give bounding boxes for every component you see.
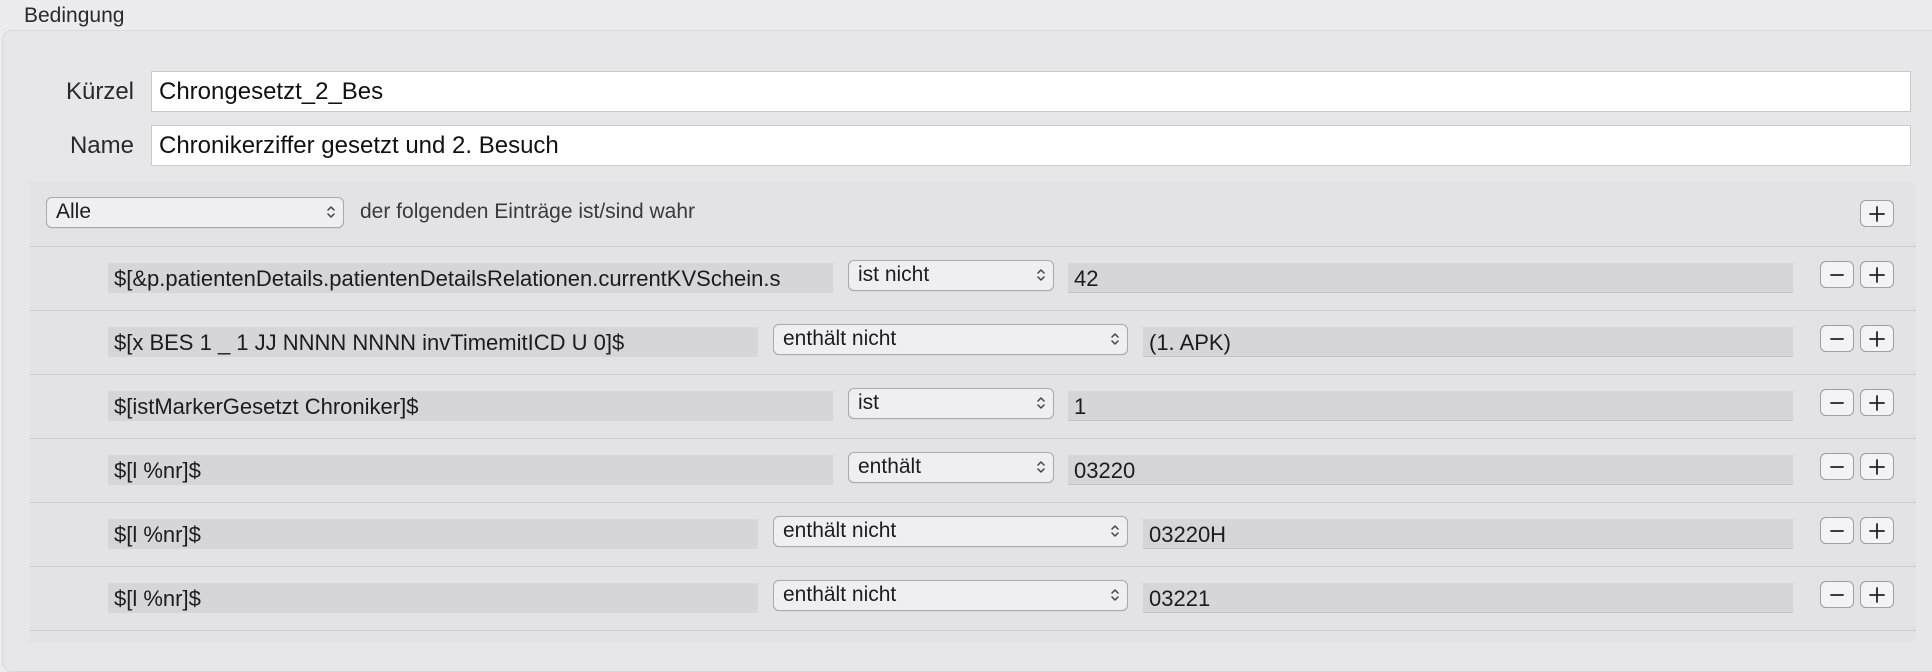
plus-icon (1869, 522, 1885, 539)
remove-rule-button[interactable] (1820, 261, 1854, 288)
add-rule-button[interactable] (1860, 389, 1894, 416)
chevron-updown-icon (1037, 461, 1045, 473)
rule-operator-select[interactable]: enthält nicht (773, 516, 1128, 547)
rule-operator-label: enthält nicht (783, 327, 897, 350)
kuerzel-field[interactable]: Chrongesetzt_2_Bes (151, 71, 1911, 112)
remove-rule-button[interactable] (1820, 389, 1854, 416)
plus-icon (1869, 205, 1885, 222)
plus-icon (1869, 330, 1885, 347)
rule-operator-select[interactable]: ist nicht (848, 260, 1054, 291)
rule-operator-select[interactable]: enthält nicht (773, 324, 1128, 355)
rule-row: $[l %nr]$ enthält nicht 03221 (30, 566, 1916, 631)
rule-key-field[interactable]: $[x BES 1 _ 1 JJ NNNN NNNN invTimemitICD… (108, 327, 758, 357)
minus-icon (1830, 593, 1844, 596)
rule-key-field[interactable]: $[istMarkerGesetzt Chroniker]$ (108, 391, 833, 421)
add-rule-button[interactable] (1860, 453, 1894, 480)
chevron-updown-icon (1111, 589, 1119, 601)
rule-editor: Alle der folgenden Einträge ist/sind wah… (30, 182, 1916, 642)
plus-icon (1869, 266, 1885, 283)
remove-rule-button[interactable] (1820, 517, 1854, 544)
rule-row: $[l %nr]$ enthält 03220 (30, 438, 1916, 503)
minus-icon (1830, 401, 1844, 404)
rule-value-field[interactable]: 03220H (1143, 519, 1793, 549)
add-rule-button[interactable] (1860, 581, 1894, 608)
rule-key-field[interactable]: $[l %nr]$ (108, 583, 758, 613)
name-field[interactable]: Chronikerziffer gesetzt und 2. Besuch (151, 125, 1911, 166)
add-rule-button[interactable] (1860, 200, 1894, 227)
rule-operator-label: ist nicht (858, 263, 930, 286)
rule-operator-select[interactable]: enthält (848, 452, 1054, 483)
rule-value-field[interactable]: 42 (1068, 263, 1793, 293)
minus-icon (1830, 273, 1844, 276)
rule-header: Alle der folgenden Einträge ist/sind wah… (30, 182, 1916, 247)
rule-operator-label: enthält nicht (783, 583, 897, 606)
chevron-updown-icon (1111, 333, 1119, 345)
name-label: Name (69, 132, 134, 159)
match-selector-label: Alle (56, 200, 92, 223)
kuerzel-label: Kürzel (65, 78, 134, 105)
add-rule-button[interactable] (1860, 325, 1894, 352)
chevron-updown-icon (327, 206, 335, 218)
match-description: der folgenden Einträge ist/sind wahr (360, 200, 696, 223)
rule-value-field[interactable]: 03221 (1143, 583, 1793, 613)
plus-icon (1869, 458, 1885, 475)
rule-operator-label: enthält (858, 455, 922, 478)
chevron-updown-icon (1037, 269, 1045, 281)
rule-value-field[interactable]: 1 (1068, 391, 1793, 421)
match-selector[interactable]: Alle (46, 197, 344, 228)
rule-key-field[interactable]: $[&p.patientenDetails.patientenDetailsRe… (108, 263, 833, 293)
remove-rule-button[interactable] (1820, 453, 1854, 480)
minus-icon (1830, 337, 1844, 340)
rule-operator-select[interactable]: enthält nicht (773, 580, 1128, 611)
chevron-updown-icon (1037, 397, 1045, 409)
rule-key-field[interactable]: $[l %nr]$ (108, 455, 833, 485)
add-rule-button[interactable] (1860, 261, 1894, 288)
section-title: Bedingung (24, 4, 125, 27)
remove-rule-button[interactable] (1820, 325, 1854, 352)
chevron-updown-icon (1111, 525, 1119, 537)
minus-icon (1830, 529, 1844, 532)
rule-operator-label: enthält nicht (783, 519, 897, 542)
rule-operator-select[interactable]: ist (848, 388, 1054, 419)
plus-icon (1869, 586, 1885, 603)
rule-operator-label: ist (858, 391, 879, 414)
remove-rule-button[interactable] (1820, 581, 1854, 608)
rule-value-field[interactable]: 03220 (1068, 455, 1793, 485)
rule-row: $[x BES 1 _ 1 JJ NNNN NNNN invTimemitICD… (30, 310, 1916, 375)
add-rule-button[interactable] (1860, 517, 1894, 544)
plus-icon (1869, 394, 1885, 411)
minus-icon (1830, 465, 1844, 468)
rule-key-field[interactable]: $[l %nr]$ (108, 519, 758, 549)
rule-row: $[l %nr]$ enthält nicht 03220H (30, 502, 1916, 567)
rule-row: $[&p.patientenDetails.patientenDetailsRe… (30, 246, 1916, 311)
rule-value-field[interactable]: (1. APK) (1143, 327, 1793, 357)
rule-row: $[istMarkerGesetzt Chroniker]$ ist 1 (30, 374, 1916, 439)
